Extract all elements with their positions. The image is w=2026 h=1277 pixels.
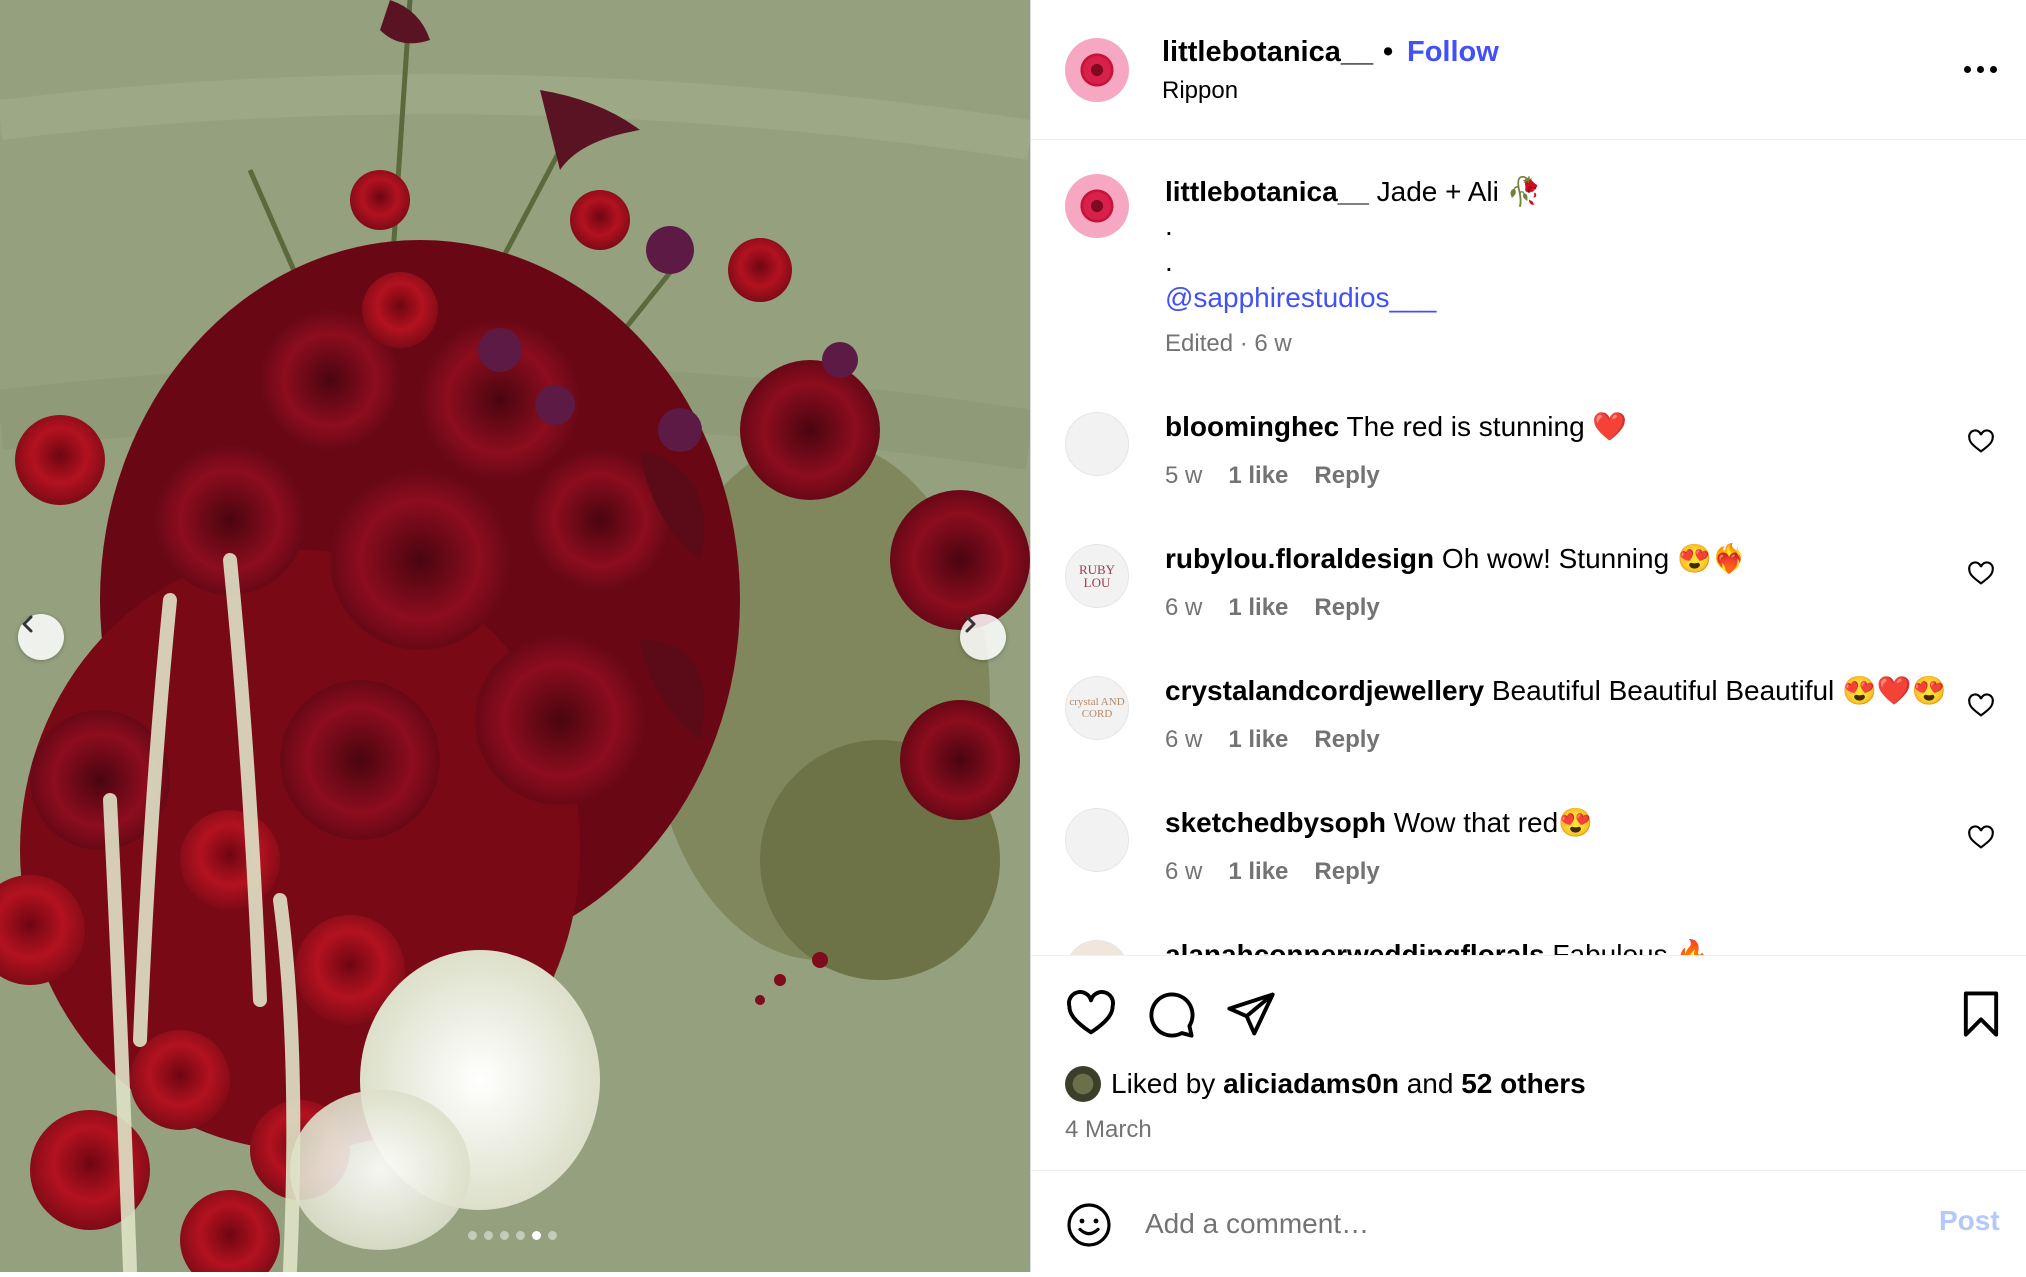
comment-body: Fabulous 🔥 (1552, 939, 1711, 955)
caption-dot: . (1165, 210, 1173, 241)
comment-meta: 6 w 1 like Reply (1165, 726, 1380, 754)
post-date: 4 March (1065, 1116, 1152, 1143)
post-actions: Liked by aliciadams0n and 52 others 4 Ma… (1031, 955, 2026, 1275)
emoji-smiley-icon[interactable] (1065, 1201, 1113, 1249)
like-comment-heart-icon[interactable] (1967, 560, 1995, 588)
like-comment-heart-icon[interactable] (1967, 692, 1995, 720)
carousel-dot (548, 1231, 557, 1240)
likes-others-link[interactable]: 52 others (1461, 1068, 1586, 1100)
reply-button[interactable]: Reply (1314, 858, 1379, 886)
chevron-right-icon (965, 615, 976, 633)
chevron-left-icon (22, 615, 33, 633)
comment-time: 6 w (1165, 594, 1203, 621)
add-comment-bar: Post (1031, 1170, 2026, 1277)
carousel-dot (484, 1231, 493, 1240)
comment-username[interactable]: bloominghec (1165, 411, 1339, 442)
comment-text: rubylou.floraldesign Oh wow! Stunning 😍❤… (1165, 542, 1945, 575)
save-bookmark-icon[interactable] (1955, 988, 2007, 1040)
comment-text: bloominghec The red is stunning ❤️ (1165, 410, 1945, 443)
floral-arrangement-photo (0, 0, 1030, 1272)
reply-button[interactable]: Reply (1314, 726, 1379, 754)
comment-input[interactable] (1143, 1201, 1887, 1247)
commenter-avatar[interactable] (1065, 940, 1129, 955)
likes-summary: Liked by aliciadams0n and 52 others (1065, 1066, 1586, 1102)
caption-avatar[interactable] (1065, 174, 1129, 238)
comment-bubble-icon[interactable] (1145, 988, 1197, 1040)
comment-time: 6 w (1165, 726, 1203, 753)
commenter-avatar[interactable] (1065, 808, 1129, 872)
comment-text: crystalandcordjewellery Beautiful Beauti… (1165, 674, 1947, 707)
liker-avatar[interactable] (1065, 1066, 1101, 1102)
comment-meta: 5 w 1 like Reply (1165, 462, 1380, 490)
commenter-avatar[interactable]: crystal AND CORD (1065, 676, 1129, 740)
comment-likes[interactable]: 1 like (1228, 462, 1288, 490)
comment-likes[interactable]: 1 like (1228, 858, 1288, 886)
comment-meta: 6 w 1 like Reply (1165, 858, 1380, 886)
comment-body: The red is stunning ❤️ (1346, 411, 1628, 442)
like-comment-heart-icon[interactable] (1967, 428, 1995, 456)
comment-body: Oh wow! Stunning 😍❤️‍🔥 (1441, 543, 1747, 574)
liked-by-prefix: Liked by (1111, 1068, 1216, 1099)
comment-item: alanahconnerweddingflorals Fabulous 🔥 (1031, 928, 2026, 955)
reply-button[interactable]: Reply (1314, 594, 1379, 622)
carousel-dot (500, 1231, 509, 1240)
commenter-avatar[interactable] (1065, 412, 1129, 476)
caption-dot: . (1165, 246, 1173, 277)
carousel-dot (516, 1231, 525, 1240)
commenter-avatar[interactable]: RUBY LOU (1065, 544, 1129, 608)
comment-likes[interactable]: 1 like (1228, 726, 1288, 754)
comment-username[interactable]: alanahconnerweddingflorals (1165, 939, 1545, 955)
mention-link[interactable]: @sapphirestudios___ (1165, 282, 1436, 314)
share-send-icon[interactable] (1225, 988, 1277, 1040)
comment-body: Beautiful Beautiful Beautiful 😍❤️😍 (1491, 675, 1947, 706)
comment-username[interactable]: rubylou.floraldesign (1165, 543, 1434, 574)
comment-body: Wow that red😍 (1393, 807, 1594, 838)
carousel-indicator (468, 1231, 557, 1240)
comments-scroll-area[interactable]: littlebotanica__ Jade + Ali 🥀 . . @sapph… (1031, 0, 2026, 955)
post-detail-panel: littlebotanica__ • Follow Rippon littleb… (1030, 0, 2026, 1272)
comment-item: bloominghec The red is stunning ❤️ 5 w 1… (1031, 400, 2026, 520)
carousel-dot-active (532, 1231, 541, 1240)
comment-item: RUBY LOU rubylou.floraldesign Oh wow! St… (1031, 532, 2026, 652)
comment-time: 6 w (1165, 858, 1203, 885)
comment-username[interactable]: sketchedbysoph (1165, 807, 1386, 838)
caption-meta: Edited · 6 w (1165, 330, 1292, 357)
like-heart-icon[interactable] (1065, 988, 1117, 1040)
comment-username[interactable]: crystalandcordjewellery (1165, 675, 1484, 706)
reply-button[interactable]: Reply (1314, 462, 1379, 490)
post-comment-button[interactable]: Post (1939, 1205, 2000, 1237)
comment-text: sketchedbysoph Wow that red😍 (1165, 806, 1945, 839)
comment-likes[interactable]: 1 like (1228, 594, 1288, 622)
carousel-dot (468, 1231, 477, 1240)
previous-image-button[interactable] (18, 614, 64, 660)
post-image[interactable] (0, 0, 1030, 1272)
next-image-button[interactable] (960, 614, 1006, 660)
comment-time: 5 w (1165, 462, 1203, 489)
caption-username[interactable]: littlebotanica__ (1165, 176, 1369, 207)
comment-item: crystal AND CORD crystalandcordjewellery… (1031, 664, 2026, 784)
crystal-and-cord-logo: crystal AND CORD (1069, 696, 1125, 720)
ruby-lou-logo: RUBY LOU (1078, 562, 1116, 590)
liked-by-and: and (1406, 1068, 1454, 1099)
comment-text: alanahconnerweddingflorals Fabulous 🔥 (1165, 938, 1945, 955)
caption-body: Jade + Ali 🥀 (1376, 176, 1542, 207)
comment-item: sketchedbysoph Wow that red😍 6 w 1 like … (1031, 796, 2026, 916)
liked-by-user[interactable]: aliciadams0n (1223, 1068, 1399, 1100)
like-comment-heart-icon[interactable] (1967, 824, 1995, 852)
caption-text: littlebotanica__ Jade + Ali 🥀 (1165, 176, 1985, 208)
comment-meta: 6 w 1 like Reply (1165, 594, 1380, 622)
